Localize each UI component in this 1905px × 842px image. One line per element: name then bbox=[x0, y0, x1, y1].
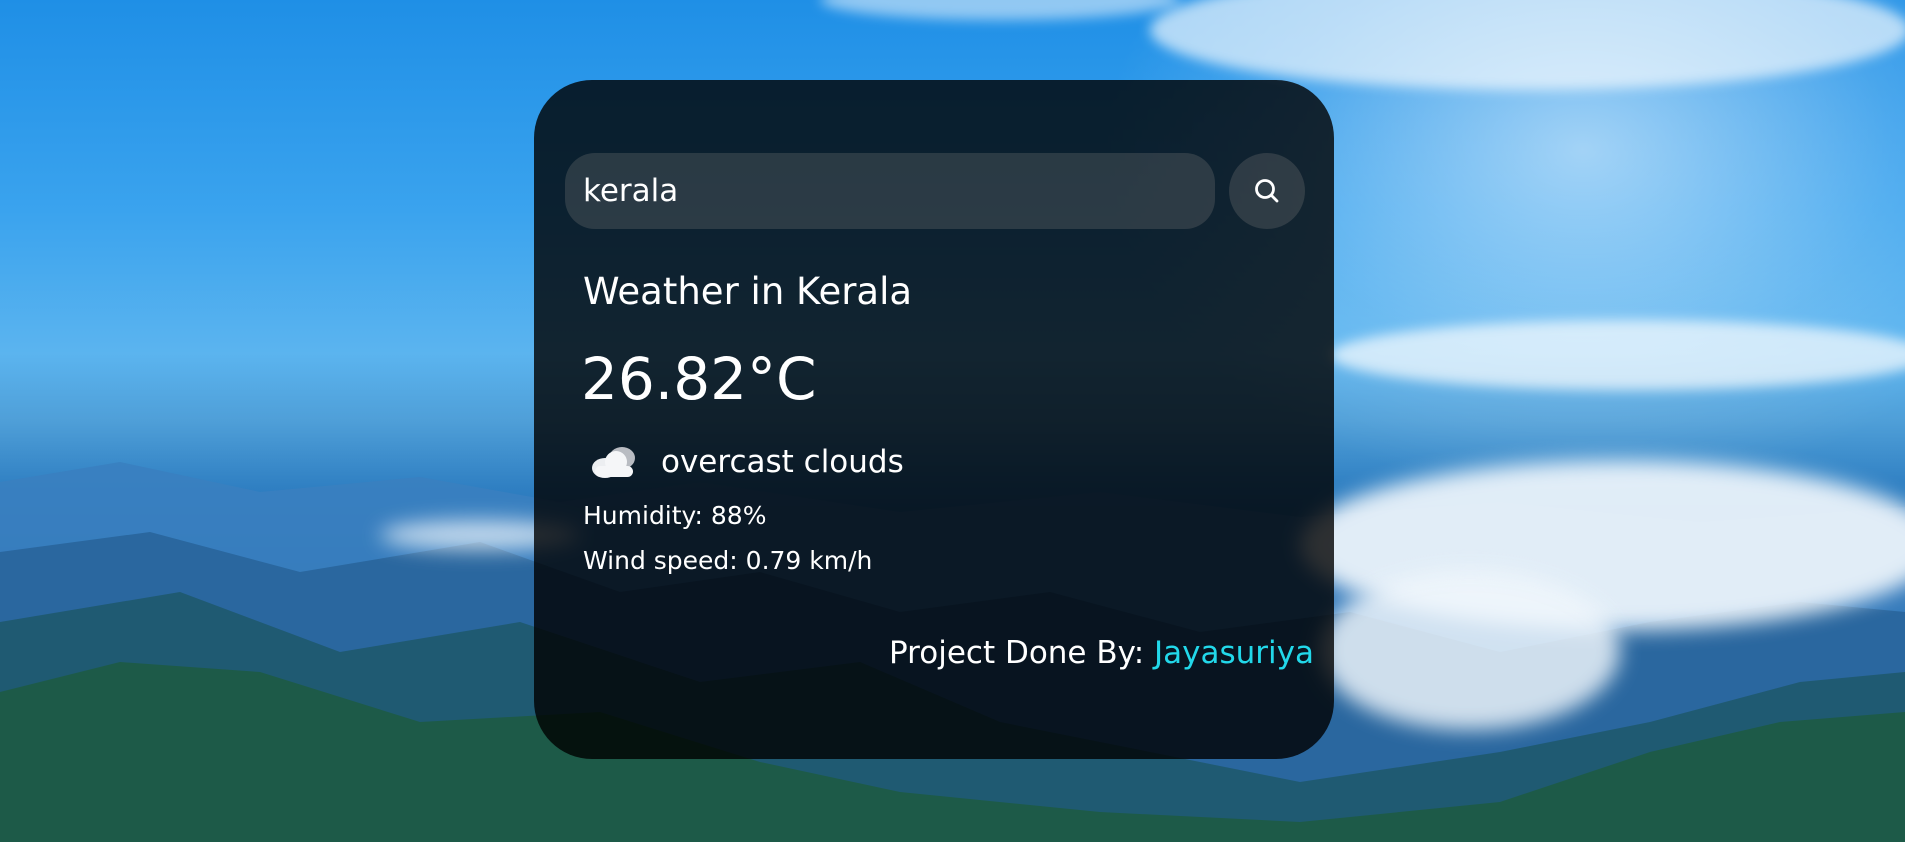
search-button[interactable] bbox=[1229, 153, 1305, 229]
wind-speed: Wind speed: 0.79 km/h bbox=[583, 546, 873, 575]
weather-description: overcast clouds bbox=[661, 444, 904, 480]
humidity: Humidity: 88% bbox=[583, 501, 767, 530]
city-title: Weather in Kerala bbox=[583, 270, 913, 313]
sky-cloud bbox=[1330, 320, 1905, 390]
cloud-sea bbox=[1320, 570, 1620, 730]
temperature: 26.82°C bbox=[581, 345, 817, 413]
credit-name: Jayasuriya bbox=[1154, 635, 1314, 671]
weather-card: Weather in Kerala 26.82°C overcast cloud… bbox=[534, 80, 1334, 759]
search-icon bbox=[1252, 176, 1282, 206]
project-credit: Project Done By: Jayasuriya bbox=[889, 635, 1314, 671]
weather-description-row: overcast clouds bbox=[589, 438, 904, 486]
search-input[interactable] bbox=[565, 153, 1215, 229]
credit-label: Project Done By: bbox=[889, 635, 1155, 671]
background-landscape: Weather in Kerala 26.82°C overcast cloud… bbox=[0, 0, 1905, 842]
cloud-icon bbox=[589, 442, 641, 482]
